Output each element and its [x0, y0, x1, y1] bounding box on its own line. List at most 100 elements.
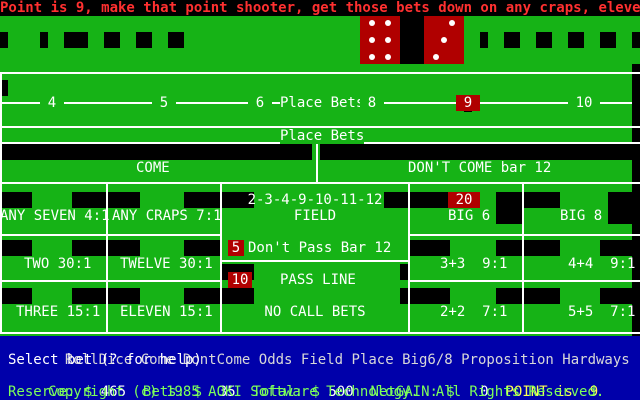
rail-block — [104, 32, 120, 48]
pass-line-bet-marker: 10 — [228, 272, 252, 288]
place-number-6[interactable]: 6 — [248, 95, 272, 111]
rail-block — [504, 32, 520, 48]
hard8-slot — [524, 240, 560, 256]
rail-block — [136, 32, 152, 48]
big8-slot — [608, 208, 640, 224]
big8-bet[interactable]: BIG 8 — [560, 208, 602, 224]
rail-block — [632, 32, 640, 48]
menu-odds[interactable]: Odds — [259, 352, 293, 368]
hard6-slot — [496, 240, 522, 256]
line-v — [316, 142, 318, 182]
big6-slot — [496, 208, 522, 224]
felt-edge-chip — [632, 80, 640, 96]
twelve-slot — [184, 240, 220, 256]
dice-tray — [400, 16, 424, 64]
twelve-bet[interactable]: TWELVE 30:1 — [120, 256, 213, 272]
place-number-10[interactable]: 10 — [568, 95, 600, 111]
come-label[interactable]: COME — [136, 160, 170, 176]
dont-come-area[interactable] — [320, 144, 640, 160]
two-slot — [72, 240, 106, 256]
field-bet[interactable]: FIELD — [222, 208, 408, 224]
line-h — [410, 280, 640, 282]
eleven-slot — [184, 288, 220, 304]
three-bet[interactable]: THREE 15:1 — [16, 304, 100, 320]
menu-place[interactable]: Place — [352, 352, 394, 368]
hard10-slot — [524, 288, 560, 304]
die-pip — [369, 20, 375, 26]
die-pip — [369, 54, 375, 60]
place-block — [2, 80, 8, 96]
die-pip — [385, 54, 391, 60]
menu-proposition[interactable]: Proposition — [461, 352, 554, 368]
place-bets-label: Place Bets — [280, 95, 365, 111]
hard4-slot — [410, 288, 450, 304]
rail-block — [64, 32, 88, 48]
hard6-bet[interactable]: 3+3 9:1 — [440, 256, 507, 272]
come-area[interactable] — [2, 144, 312, 160]
die-2 — [424, 16, 464, 64]
three-slot — [72, 288, 106, 304]
any-seven-slot — [2, 192, 32, 208]
any-seven-bet[interactable]: ANY SEVEN 4:1 — [0, 208, 110, 224]
command-menu: RollDice Come DontCome Odds Field Place … — [48, 336, 630, 368]
hard10-slot — [600, 288, 640, 304]
rail-block — [480, 32, 488, 48]
die-pip — [441, 37, 447, 43]
die-1 — [360, 16, 400, 64]
dont-pass-bet[interactable]: Don't Pass Bar 12 — [248, 240, 391, 256]
any-craps-slot — [184, 192, 220, 208]
line-h — [0, 182, 640, 184]
die-pip — [433, 54, 439, 60]
pass-slot — [400, 264, 408, 280]
any-seven-slot — [72, 192, 106, 208]
no-call-bets: NO CALL BETS — [264, 304, 366, 320]
two-bet[interactable]: TWO 30:1 — [24, 256, 91, 272]
die-pip — [385, 37, 391, 43]
menu-hardways[interactable]: Hardways — [562, 352, 629, 368]
any-craps-slot — [108, 192, 140, 208]
twelve-slot — [108, 240, 140, 256]
hard4-slot — [496, 288, 522, 304]
line-h — [0, 234, 222, 236]
big6-bet[interactable]: BIG 6 — [448, 208, 490, 224]
menu-field[interactable]: Field — [301, 352, 343, 368]
hard6-slot — [410, 240, 450, 256]
three-slot — [2, 288, 32, 304]
no-call-slot — [222, 288, 254, 304]
big6-bet-marker: 20 — [448, 192, 480, 208]
die-pip — [369, 37, 375, 43]
no-call-slot — [400, 288, 408, 304]
die-pip — [385, 20, 391, 26]
copyright: Copyright (c) 1985 AOKI Software Technol… — [48, 384, 605, 400]
dont-pass-bet-marker: 5 — [228, 240, 244, 256]
place-bets-label-2: Place Bets — [280, 128, 365, 144]
line-h — [0, 280, 222, 282]
pass-line-bet[interactable]: PASS LINE — [280, 272, 356, 288]
rail-block — [0, 32, 8, 48]
eleven-bet[interactable]: ELEVEN 15:1 — [120, 304, 213, 320]
die-pip — [449, 20, 455, 26]
banner-message: Point is 9, make that point shooter, get… — [0, 0, 640, 16]
place-number-4[interactable]: 4 — [40, 95, 64, 111]
place-number-8[interactable]: 8 — [360, 95, 384, 111]
line-h — [410, 234, 640, 236]
menu-big68[interactable]: Big6/8 — [402, 352, 453, 368]
any-craps-bet[interactable]: ANY CRAPS 7:1 — [112, 208, 222, 224]
rail-block — [40, 32, 48, 48]
hard8-slot — [600, 240, 640, 256]
big8-slot — [524, 192, 560, 208]
dont-come-label[interactable]: DON'T COME bar 12 — [408, 160, 551, 176]
hard4-bet[interactable]: 2+2 7:1 — [440, 304, 507, 320]
hard10-bet[interactable]: 5+5 7:1 — [568, 304, 635, 320]
big6-slot — [496, 192, 522, 208]
big6-slot — [410, 192, 450, 208]
big8-slot — [608, 192, 640, 208]
hard8-bet[interactable]: 4+4 9:1 — [568, 256, 635, 272]
rail-block — [168, 32, 184, 48]
place-number-5[interactable]: 5 — [152, 95, 176, 111]
place-number-9[interactable]: 9 — [456, 95, 480, 111]
rail-block — [600, 32, 616, 48]
command-prompt[interactable]: Select bet (? for help) — [8, 352, 202, 368]
rail-block — [568, 32, 584, 48]
eleven-slot — [108, 288, 140, 304]
